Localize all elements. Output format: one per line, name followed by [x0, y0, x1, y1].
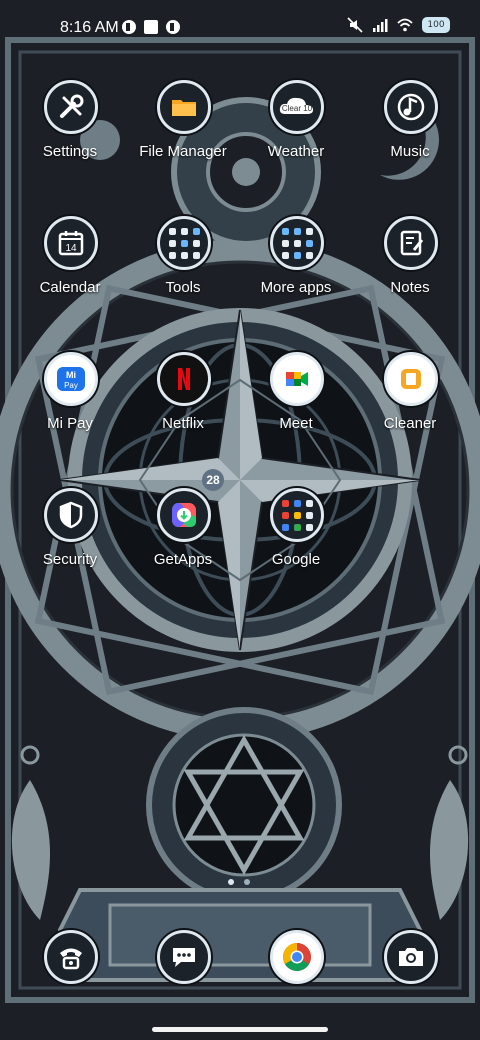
notes-icon	[384, 216, 438, 270]
app-label: Weather	[267, 143, 325, 160]
calendar-date-text: 14	[65, 243, 77, 254]
app-cleaner[interactable]: Cleaner	[354, 352, 466, 472]
folder-google[interactable]: Google	[240, 488, 352, 608]
notification-icons	[121, 19, 181, 35]
chrome-icon	[270, 930, 324, 984]
notification-square-icon	[144, 20, 158, 34]
notification-badge: 28	[202, 469, 224, 491]
dock-chrome[interactable]	[240, 930, 352, 984]
home-gesture-bar[interactable]	[152, 1027, 328, 1032]
page-dot-active	[228, 879, 234, 885]
mi-pay-icon: Mi Pay	[44, 352, 98, 406]
app-label: More apps	[260, 279, 332, 296]
meet-video-icon	[270, 352, 324, 406]
svg-text:Pay: Pay	[64, 381, 78, 390]
folder-grid-icon	[157, 216, 211, 270]
app-notes[interactable]: Notes	[354, 216, 466, 336]
app-label: File Manager	[139, 143, 227, 160]
app-label: Music	[390, 143, 430, 160]
folder-grid-icon	[270, 216, 324, 270]
app-label: Mi Pay	[47, 415, 93, 432]
app-label: Cleaner	[383, 415, 437, 432]
app-label: Meet	[279, 415, 313, 432]
app-label: Notes	[390, 279, 430, 296]
status-time: 8:16 AM	[60, 19, 119, 36]
app-label: Netflix	[162, 415, 204, 432]
app-music[interactable]: Music	[354, 80, 466, 200]
app-netflix[interactable]: Netflix	[127, 352, 239, 472]
app-settings[interactable]: Settings	[14, 80, 126, 200]
settings-icon	[44, 80, 98, 134]
music-note-icon	[384, 80, 438, 134]
calendar-icon: 14	[44, 216, 98, 270]
app-calendar[interactable]: 14 Calendar	[14, 216, 126, 336]
folder-tools[interactable]: Tools	[127, 216, 239, 336]
app-label: Google	[271, 551, 321, 568]
camera-icon	[384, 930, 438, 984]
battery-indicator: 100	[422, 17, 450, 33]
status-bar: 8:16 AM 100	[0, 0, 480, 56]
svg-text:Mi: Mi	[66, 370, 76, 380]
app-label: GetApps	[153, 551, 213, 568]
page-dot	[244, 879, 250, 885]
cleaner-icon	[384, 352, 438, 406]
app-meet[interactable]: Meet	[240, 352, 352, 472]
dock-phone[interactable]	[14, 930, 126, 984]
app-label: Settings	[42, 143, 98, 160]
folder-grid-icon	[270, 488, 324, 542]
page-indicator	[228, 879, 250, 885]
app-label: Calendar	[39, 279, 101, 296]
netflix-icon	[157, 352, 211, 406]
signal-icon	[373, 19, 388, 32]
getapps-icon	[157, 488, 211, 542]
folder-more-apps[interactable]: More apps	[240, 216, 352, 336]
wifi-icon	[397, 18, 413, 32]
mute-icon	[347, 17, 363, 33]
dock-messages[interactable]	[127, 930, 239, 984]
notification-app-icon	[122, 20, 136, 34]
notification-app-icon	[166, 20, 180, 34]
app-label: Security	[42, 551, 98, 568]
app-security[interactable]: Security	[14, 488, 126, 608]
app-getapps[interactable]: GetApps	[127, 488, 239, 608]
folder-icon	[157, 80, 211, 134]
status-indicators: 100	[347, 17, 450, 33]
app-mi-pay[interactable]: Mi Pay Mi Pay	[14, 352, 126, 472]
weather-cloud-icon: Clear 10	[270, 80, 324, 134]
app-file-manager[interactable]: File Manager	[127, 80, 239, 200]
dock-camera[interactable]	[354, 930, 466, 984]
phone-icon	[44, 930, 98, 984]
app-label: Tools	[165, 279, 201, 296]
message-icon	[157, 930, 211, 984]
app-weather[interactable]: Clear 10 Weather	[240, 80, 352, 200]
weather-icon-text: Clear 10	[282, 104, 313, 113]
shield-icon	[44, 488, 98, 542]
